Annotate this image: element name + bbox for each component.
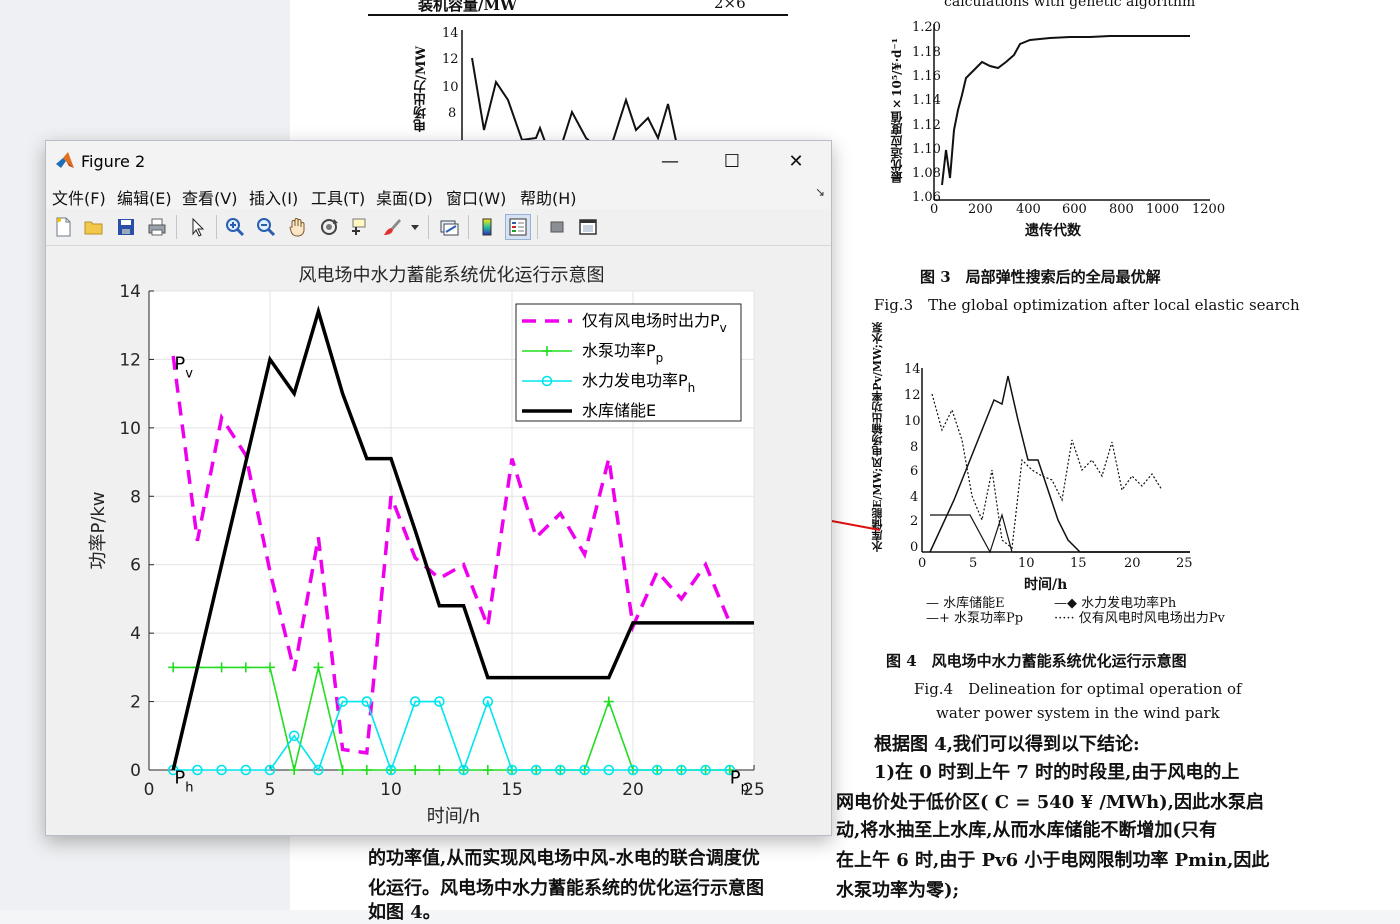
close-button[interactable]: ✕ [774, 147, 818, 175]
x-tick-label: 15 [501, 780, 523, 800]
menu-window[interactable]: 窗口(W) [446, 185, 506, 209]
x-axis-label: 时间/h [427, 806, 480, 827]
window-title: Figure 2 [81, 152, 146, 171]
menu-bar: 文件(F) 编辑(E) 查看(V) 插入(I) 工具(T) 桌面(D) 窗口(W… [46, 181, 831, 209]
plot-area[interactable]: 0 5 10 15 20 25 0 2 4 6 8 10 12 14 风电场中水力蓄能系统优化运行示意图 时间… [46, 246, 831, 835]
toolbar-separator [176, 215, 177, 239]
y-tick-label: 0 [130, 761, 141, 781]
maximize-button[interactable]: ☐ [710, 147, 754, 175]
x-tick-label: 20 [622, 780, 644, 800]
menu-help[interactable]: 帮助(H) [520, 185, 577, 209]
chart-title: 风电场中水力蓄能系统优化运行示意图 [299, 265, 605, 286]
toolbar-separator [468, 215, 469, 239]
matlab-logo-icon [56, 152, 74, 168]
title-bar[interactable]: Figure 2 — ☐ ✕ [46, 141, 831, 181]
annotation-label: Ph [174, 768, 193, 796]
x-tick-label: 0 [144, 780, 155, 800]
annotation-subscript: p [741, 781, 749, 796]
pointer-icon[interactable] [184, 214, 210, 240]
toolbar-separator [428, 215, 429, 239]
toolbar-separator [537, 215, 538, 239]
zoom-out-icon[interactable] [253, 214, 279, 240]
y-tick-label: 10 [119, 419, 141, 439]
menu-desktop[interactable]: 桌面(D) [376, 185, 433, 209]
print-icon[interactable] [144, 214, 170, 240]
annotation-subscript: h [185, 781, 193, 796]
minimize-button[interactable]: — [648, 147, 692, 175]
save-icon[interactable] [113, 214, 139, 240]
menu-insert[interactable]: 插入(I) [249, 185, 298, 209]
toolbar [46, 209, 831, 246]
link-plot-icon[interactable] [436, 214, 462, 240]
menu-edit[interactable]: 编辑(E) [117, 185, 172, 209]
legend-label-subscript: h [688, 381, 696, 395]
brush-icon[interactable] [379, 214, 405, 240]
data-cursor-icon[interactable] [347, 214, 373, 240]
zoom-in-icon[interactable] [222, 214, 248, 240]
toolbar-separator [216, 215, 217, 239]
new-figure-icon[interactable] [50, 214, 76, 240]
menu-file[interactable]: 文件(F) [52, 185, 106, 209]
colorbar-icon[interactable] [474, 214, 500, 240]
annotation-subscript: v [185, 367, 193, 382]
menubar-expand-icon[interactable]: ↘ [815, 185, 825, 199]
pan-hand-icon[interactable] [284, 214, 310, 240]
figure-window[interactable]: Figure 2 — ☐ ✕ 文件(F) 编辑(E) 查看(V) 插入(I) 工… [45, 140, 832, 836]
rotate-3d-icon[interactable] [316, 214, 342, 240]
y-tick-label: 14 [119, 282, 141, 302]
line-chart[interactable]: 0 5 10 15 20 2502468101214风电场中水力蓄能系统优化运行示意图时间… [46, 246, 831, 835]
show-plot-tools-icon[interactable] [575, 214, 601, 240]
y-tick-label: 6 [130, 556, 141, 576]
open-file-icon[interactable] [81, 214, 107, 240]
legend-icon[interactable] [505, 214, 531, 240]
x-tick-label: 10 [380, 780, 402, 800]
y-tick-label: 4 [130, 624, 141, 644]
legend-label-subscript: v [720, 321, 727, 335]
dropdown-arrow-icon[interactable] [408, 214, 422, 240]
y-tick-label: 8 [130, 487, 141, 507]
hide-plot-tools-icon[interactable] [544, 214, 570, 240]
annotation-label: Pp [730, 768, 749, 796]
x-tick-label: 5 [265, 780, 276, 800]
menu-tools[interactable]: 工具(T) [311, 185, 365, 209]
y-tick-label: 2 [130, 693, 141, 713]
legend-label: 水库储能E [582, 401, 656, 420]
y-tick-label: 12 [119, 350, 141, 370]
legend-label-subscript: p [656, 351, 664, 365]
menu-view[interactable]: 查看(V) [182, 185, 237, 209]
y-axis-label: 功率P/kw [88, 491, 109, 569]
